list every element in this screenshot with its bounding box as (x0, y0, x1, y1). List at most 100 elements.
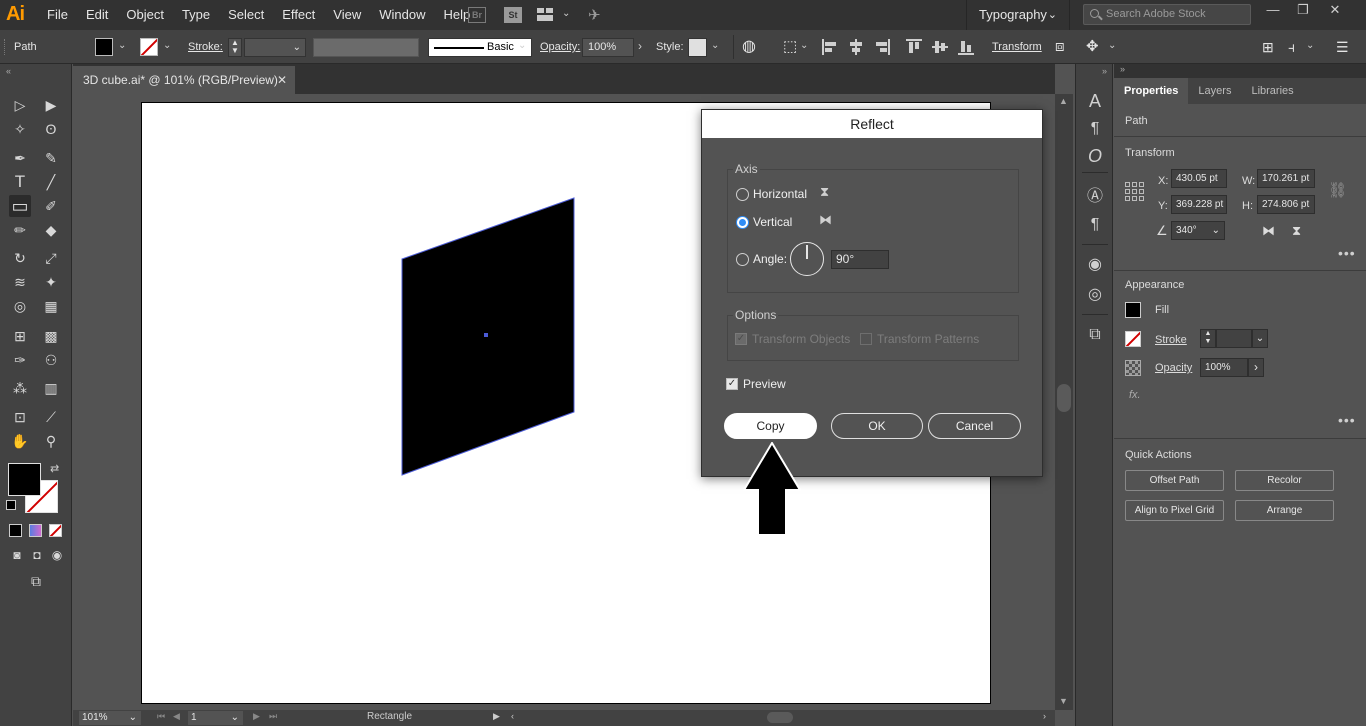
puppet-warp-tool[interactable]: ✦ (40, 271, 62, 293)
close-icon[interactable]: ✕ (277, 66, 287, 94)
opacity-panel-label[interactable]: Opacity (1155, 362, 1192, 374)
style-dropdown-icon[interactable]: ⌄ (711, 40, 719, 51)
first-artboard-icon[interactable]: ⏮ (157, 711, 165, 722)
zoom-tool[interactable]: ⚲ (40, 430, 62, 452)
align-top-icon[interactable] (906, 39, 922, 55)
paragraph-styles-icon[interactable]: ¶ (1084, 214, 1106, 236)
opacity-panel-field[interactable]: 100% (1200, 358, 1248, 377)
x-field[interactable]: 430.05 pt (1171, 169, 1227, 188)
scroll-down-icon[interactable]: ▼ (1059, 696, 1068, 706)
draw-inside-icon[interactable]: ◉ (46, 544, 68, 566)
distribute-icon[interactable]: ⫞ (1288, 30, 1295, 64)
character-panel-icon[interactable]: A (1084, 90, 1106, 112)
column-graph-tool[interactable]: ▥ (40, 377, 62, 399)
align-to-icon[interactable]: ⬚ (783, 30, 797, 64)
angle-label[interactable]: Angle: (753, 252, 787, 266)
angle-radio[interactable] (736, 253, 749, 266)
shaper-tool[interactable]: ✏ (9, 219, 31, 241)
height-field[interactable]: 274.806 pt (1257, 195, 1315, 214)
stroke-dropdown-icon[interactable]: ⌄ (163, 40, 171, 51)
stroke-swatch[interactable] (140, 38, 158, 56)
draw-behind-icon[interactable]: ◘ (26, 544, 48, 566)
bridge-icon[interactable]: Br (468, 7, 486, 23)
appearance-panel-icon[interactable]: ◉ (1084, 254, 1106, 276)
chevron-right-icon[interactable]: › (638, 39, 642, 53)
opacity-label[interactable]: Opacity: (540, 30, 580, 64)
align-vertical-center-icon[interactable] (932, 39, 948, 55)
curvature-tool[interactable]: ✎ (40, 147, 62, 169)
align-bottom-icon[interactable] (958, 39, 974, 55)
control-bar-grip[interactable] (4, 39, 7, 55)
blend-tool[interactable]: ⚇ (40, 349, 62, 371)
symbol-sprayer-tool[interactable]: ⁂ (9, 377, 31, 399)
paintbrush-tool[interactable]: ✐ (40, 195, 62, 217)
artboard-tool[interactable]: ⊡ (9, 406, 31, 428)
scroll-up-icon[interactable]: ▲ (1059, 96, 1068, 106)
flip-vertical-icon[interactable]: ⧗ (1292, 223, 1301, 239)
cancel-button[interactable]: Cancel (928, 413, 1021, 439)
rotation-field[interactable]: 340° ⌄ (1171, 221, 1225, 240)
mesh-tool[interactable]: ⊞ (9, 325, 31, 347)
gradient-tool[interactable]: ▩ (40, 325, 62, 347)
stock-search-input[interactable]: Search Adobe Stock (1083, 4, 1251, 25)
isolate-object-icon[interactable]: ⧈ (1055, 30, 1065, 64)
rectangle-tool[interactable]: ▭ (9, 195, 31, 217)
close-window-button[interactable]: ✕ (1320, 0, 1350, 22)
hand-tool[interactable]: ✋ (9, 430, 31, 452)
constrain-proportions-icon[interactable]: ⛓ (1328, 181, 1347, 199)
menu-effect[interactable]: Effect (273, 0, 324, 30)
preview-checkbox[interactable]: ✓ (726, 378, 738, 390)
graphic-styles-icon[interactable]: ◎ (1084, 284, 1106, 306)
angle-dial[interactable] (790, 242, 824, 276)
screen-mode-icon[interactable]: ⧉ (25, 570, 47, 592)
tab-properties[interactable]: Properties (1114, 78, 1189, 104)
lasso-tool[interactable]: ʘ (40, 118, 62, 140)
vertical-scrollbar[interactable]: ▲ ▼ (1055, 94, 1073, 710)
magic-wand-tool[interactable]: ✧ (9, 118, 31, 140)
align-to-pixel-grid-button[interactable]: Align to Pixel Grid (1125, 500, 1224, 521)
brush-definition[interactable]: Basic (428, 38, 532, 57)
chevron-right-icon[interactable]: › (1248, 358, 1264, 377)
menu-window[interactable]: Window (370, 0, 434, 30)
menu-file[interactable]: File (38, 0, 77, 30)
stroke-stepper[interactable]: ▲ ▼ (1200, 329, 1216, 348)
stroke-weight-field[interactable]: ⌄ (244, 38, 306, 57)
artboard-number-field[interactable]: 1 ⌄ (188, 711, 243, 725)
transform-objects-checkbox[interactable]: ✓ (735, 333, 747, 345)
zoom-field[interactable]: 101% ⌄ (79, 711, 141, 725)
appearance-fill-swatch[interactable] (1125, 302, 1141, 318)
width-field[interactable]: 170.261 pt (1257, 169, 1315, 188)
copy-button[interactable]: Copy (724, 413, 817, 439)
menu-type[interactable]: Type (173, 0, 219, 30)
type-tool[interactable]: T (9, 171, 31, 193)
tab-libraries[interactable]: Libraries (1241, 78, 1303, 104)
arrange-documents-icon[interactable] (537, 8, 553, 21)
collapse-toolbar-icon[interactable]: « (6, 66, 11, 76)
horizontal-radio[interactable] (736, 188, 749, 201)
graphic-style-swatch[interactable] (688, 38, 707, 57)
reference-point-icon[interactable] (1125, 182, 1145, 202)
vertical-radio[interactable] (736, 216, 749, 229)
draw-normal-icon[interactable]: ◙ (6, 544, 28, 566)
appearance-stroke-swatch[interactable] (1125, 331, 1141, 347)
warp-tool[interactable]: ≋ (9, 271, 31, 293)
brush-dropdown-icon[interactable]: ⌄ (518, 40, 526, 51)
shape-builder-tool[interactable]: ◎ (9, 295, 31, 317)
character-styles-icon[interactable]: Ⓐ (1084, 186, 1106, 208)
color-mode-icon[interactable] (9, 524, 22, 537)
document-tab[interactable]: 3D cube.ai* @ 101% (RGB/Preview) ✕ (73, 66, 295, 94)
arrange-grid-icon[interactable]: ⊞ (1262, 30, 1274, 64)
default-fill-stroke-icon[interactable] (6, 500, 16, 510)
stroke-panel-label[interactable]: Stroke (1155, 334, 1187, 346)
opacity-field[interactable]: 100% (582, 38, 634, 57)
ok-button[interactable]: OK (831, 413, 923, 439)
transform-link[interactable]: Transform (992, 30, 1042, 64)
minimize-button[interactable]: — (1258, 0, 1288, 22)
eraser-tool[interactable]: ◆ (40, 219, 62, 241)
gradient-mode-icon[interactable] (29, 524, 42, 537)
stroke-weight-stepper[interactable]: ▲ ▼ (228, 38, 242, 57)
artboards-panel-icon[interactable]: ⧉ (1084, 324, 1106, 346)
arrange-button[interactable]: Arrange (1235, 500, 1334, 521)
selection-tool[interactable]: ▷ (9, 94, 31, 116)
control-menu-icon[interactable]: ☰ (1336, 30, 1349, 64)
